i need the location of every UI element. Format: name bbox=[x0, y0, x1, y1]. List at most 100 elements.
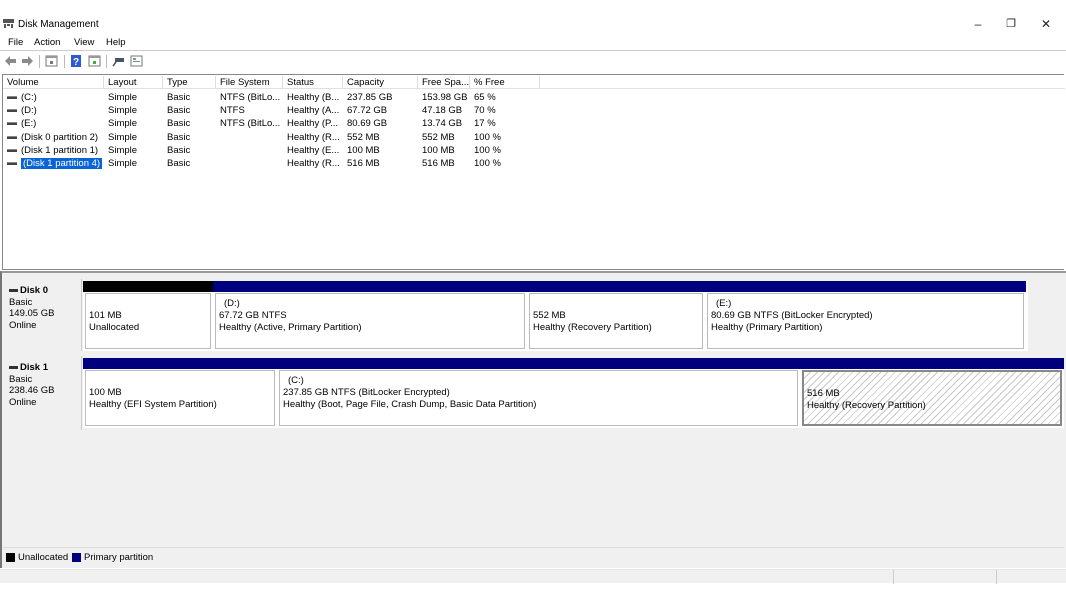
menu-file[interactable]: File bbox=[8, 37, 23, 48]
toolbar-separator bbox=[39, 55, 40, 68]
volume-row[interactable]: (D:) Simple Basic NTFS Healthy (A... 67.72 GB… bbox=[3, 104, 1065, 117]
column-header-percent-free[interactable]: % Free bbox=[470, 76, 540, 89]
partition-d[interactable]: (D:) 67.72 GB NTFS Healthy (Active, Primar… bbox=[213, 281, 527, 351]
toolbar-separator bbox=[106, 55, 107, 68]
partition-size: 100 MB bbox=[89, 387, 122, 398]
cell-layout: Simple bbox=[108, 131, 138, 143]
volume-icon bbox=[7, 135, 17, 139]
cell-volume: (Disk 1 partition 4) bbox=[3, 157, 103, 170]
rescan-icon[interactable] bbox=[88, 55, 101, 67]
volume-icon bbox=[7, 109, 17, 113]
column-header-free-space[interactable]: Free Spa... bbox=[418, 76, 470, 89]
menu-bar: File Action View Help bbox=[0, 36, 1066, 51]
disk-name: Disk 0 bbox=[20, 285, 48, 296]
cell-status: Healthy (E... bbox=[287, 144, 340, 156]
column-header-volume[interactable]: Volume bbox=[3, 76, 104, 89]
partition-bar bbox=[83, 281, 213, 292]
cell-layout: Simple bbox=[108, 118, 138, 130]
partition-size: 80.69 GB NTFS (BitLocker Encrypted) bbox=[711, 310, 873, 321]
disk-state: Online bbox=[9, 396, 37, 408]
cell-volume: (D:) bbox=[3, 104, 37, 117]
disk-1-info[interactable]: Disk 1 Basic 238.46 GB Online bbox=[4, 356, 82, 430]
properties-icon[interactable] bbox=[45, 55, 58, 67]
cell-free: 516 MB bbox=[422, 158, 455, 169]
cell-pct: 100 % bbox=[474, 144, 501, 156]
volume-icon bbox=[7, 161, 17, 165]
volume-name: (Disk 1 partition 4) bbox=[21, 158, 103, 169]
cell-free: 47.18 GB bbox=[422, 105, 463, 117]
partition-status: Unallocated bbox=[89, 322, 140, 333]
volume-name: (D:) bbox=[21, 105, 37, 117]
cell-capacity: 100 MB bbox=[347, 144, 380, 156]
partition-status: Healthy (Recovery Partition) bbox=[807, 400, 926, 411]
cell-capacity: 80.69 GB bbox=[347, 118, 388, 130]
partition-unallocated[interactable]: 101 MB Unallocated bbox=[83, 281, 213, 351]
cell-fs: NTFS (BitLo... bbox=[220, 92, 281, 103]
menu-action[interactable]: Action bbox=[34, 37, 60, 48]
cell-type: Basic bbox=[167, 144, 191, 156]
partition-e[interactable]: (E:) 80.69 GB NTFS (BitLocker Encrypted) H… bbox=[705, 281, 1026, 351]
partition-c[interactable]: (C:) 237.85 GB NTFS (BitLocker Encrypted)… bbox=[277, 358, 800, 428]
help-icon[interactable]: ? bbox=[70, 55, 83, 67]
cell-fs bbox=[216, 131, 220, 144]
forward-icon[interactable] bbox=[21, 55, 34, 67]
cell-pct: 17 % bbox=[474, 118, 496, 130]
legend-swatch-unallocated bbox=[6, 553, 15, 562]
disk-0-info[interactable]: Disk 0 Basic 149.05 GB Online bbox=[4, 279, 82, 351]
column-header-capacity[interactable]: Capacity bbox=[343, 76, 418, 89]
cell-pct: 100 % bbox=[474, 158, 501, 169]
column-header-file-system[interactable]: File System bbox=[216, 76, 283, 89]
cell-status: Healthy (R... bbox=[287, 131, 340, 143]
cell-fs bbox=[216, 144, 220, 157]
menu-view[interactable]: View bbox=[74, 37, 94, 48]
cell-volume: (C:) bbox=[3, 91, 37, 104]
legend-label-primary: Primary partition bbox=[84, 552, 154, 563]
partition-bar bbox=[277, 358, 800, 369]
volume-icon bbox=[7, 148, 17, 152]
partition-bar bbox=[705, 281, 1026, 292]
partition-efi[interactable]: 100 MB Healthy (EFI System Partition) bbox=[83, 358, 277, 428]
close-button[interactable]: ✕ bbox=[1036, 17, 1056, 31]
disk-size: 238.46 GB bbox=[9, 385, 55, 396]
cell-pct: 65 % bbox=[474, 92, 496, 103]
partition-size: 67.72 GB NTFS bbox=[219, 310, 287, 321]
disk-graphical-view: Disk 0 Basic 149.05 GB Online 101 MB Unal… bbox=[0, 271, 1066, 568]
volume-row[interactable]: (Disk 0 partition 2) Simple Basic Healthy (… bbox=[3, 131, 1065, 144]
cell-fs: NTFS (BitLo... bbox=[220, 118, 281, 130]
cell-layout: Simple bbox=[108, 144, 138, 156]
cell-layout: Simple bbox=[108, 92, 138, 103]
partition-recovery-disk1[interactable]: 516 MB Healthy (Recovery Partition) bbox=[800, 358, 1064, 428]
menu-help[interactable]: Help bbox=[106, 37, 126, 48]
volume-name: (C:) bbox=[21, 92, 37, 103]
partition-label: (C:) bbox=[288, 375, 304, 386]
cell-type: Basic bbox=[167, 92, 191, 103]
svg-text:?: ? bbox=[73, 57, 79, 67]
volume-row[interactable]: (E:) Simple Basic NTFS (BitLo... Healthy (P.… bbox=[3, 117, 1065, 130]
volume-row[interactable]: (C:) Simple Basic NTFS (BitLo... Healthy (B.… bbox=[3, 91, 1065, 104]
disk-name: Disk 1 bbox=[20, 362, 48, 373]
column-header-layout[interactable]: Layout bbox=[104, 76, 163, 89]
partition-size: 237.85 GB NTFS (BitLocker Encrypted) bbox=[283, 387, 450, 398]
partition-recovery-disk0[interactable]: 552 MB Healthy (Recovery Partition) bbox=[527, 281, 705, 351]
settings-icon[interactable] bbox=[130, 55, 143, 67]
cell-layout: Simple bbox=[108, 105, 138, 117]
back-icon[interactable] bbox=[4, 55, 17, 67]
column-header-status[interactable]: Status bbox=[283, 76, 343, 89]
minimize-button[interactable]: – bbox=[968, 17, 988, 31]
partition-status: Healthy (Primary Partition) bbox=[711, 322, 823, 333]
restore-button[interactable]: ❐ bbox=[1001, 17, 1021, 31]
cell-capacity: 237.85 GB bbox=[347, 92, 393, 103]
cell-fs: NTFS bbox=[220, 105, 245, 117]
connect-icon[interactable] bbox=[112, 55, 125, 67]
cell-status: Healthy (B... bbox=[287, 92, 340, 103]
disk-type: Basic bbox=[9, 296, 33, 308]
volume-row[interactable]: (Disk 1 partition 1) Simple Basic Healthy (… bbox=[3, 144, 1065, 157]
volume-row[interactable]: (Disk 1 partition 4) Simple Basic Healthy (… bbox=[3, 157, 1065, 170]
window-title: Disk Management bbox=[18, 19, 99, 30]
cell-capacity: 516 MB bbox=[347, 158, 380, 169]
column-header-type[interactable]: Type bbox=[163, 76, 216, 89]
cell-volume: (Disk 1 partition 1) bbox=[3, 144, 98, 157]
volume-icon bbox=[7, 122, 17, 126]
partition-size: 516 MB bbox=[807, 388, 840, 399]
disk-icon bbox=[9, 288, 18, 292]
